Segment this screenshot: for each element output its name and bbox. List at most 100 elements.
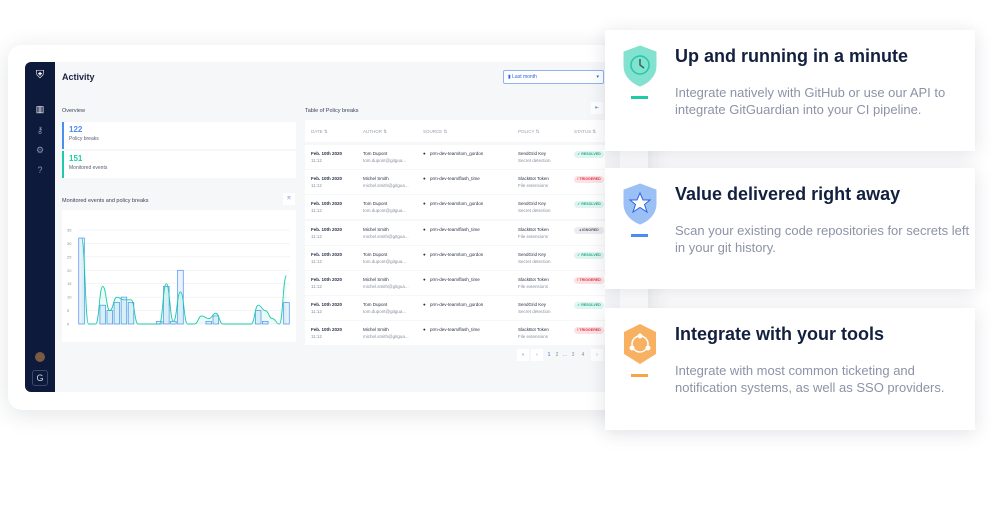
y-tick-label: 20	[67, 268, 72, 273]
table-row[interactable]: Feb. 10th 2020 11:12 Tom Dupont tom.dupo…	[305, 145, 605, 169]
row-email: michel.smith@gitgua...	[363, 334, 409, 340]
y-tick-label: 10	[67, 295, 72, 300]
col-author[interactable]: AUTHOR ⇅	[363, 129, 387, 135]
row-source[interactable]: prm-dev-team/tom_gordon	[430, 201, 483, 206]
row-policy: SlackBot Token	[518, 277, 549, 282]
row-source[interactable]: prm-dev-team/flash_time	[430, 227, 480, 232]
table-row[interactable]: Feb. 10th 2020 11:12 Tom Dupont tom.dupo…	[305, 245, 605, 270]
row-policy-type: File extensions	[518, 233, 549, 239]
stat-value: 151	[69, 154, 83, 163]
row-email: tom.dupont@gitgua...	[363, 208, 407, 214]
sidebar: ⛨ ▥ ⚷ ⚙ ? G	[25, 62, 55, 392]
page-button[interactable]: ...	[561, 349, 569, 361]
row-author: Tom Dupont	[363, 302, 388, 308]
logo-icon: ⛨	[35, 69, 45, 81]
row-policy-type: File extensions	[518, 183, 549, 189]
row-time: 11:12	[311, 158, 322, 163]
row-date: Feb. 10th 2020	[311, 251, 343, 257]
table-row[interactable]: Feb. 10th 2020 11:12 Michel Smith michel…	[305, 271, 605, 295]
avatar[interactable]	[35, 352, 45, 362]
row-policy-type: Secret detection	[518, 309, 551, 315]
policy-breaks-table: DATE ⇅ AUTHOR ⇅ SOURCE ⇅ POLICY ⇅ STATUS…	[305, 120, 605, 382]
expand-chart-icon[interactable]: ⤧	[283, 193, 295, 205]
page-button[interactable]: ‹	[531, 349, 543, 361]
status-badge: ◂ IGNORED	[574, 226, 604, 234]
row-time: 11:12	[311, 334, 322, 340]
status-badge: ✓ RESOLVED	[574, 201, 604, 209]
chart-label: Monitored events and policy breaks	[62, 198, 149, 204]
row-policy: SlackBot Token	[518, 327, 549, 333]
github-icon: ●	[423, 277, 426, 282]
col-date[interactable]: DATE ⇅	[311, 129, 328, 135]
table-row[interactable]: Feb. 10th 2020 11:12 Michel Smith michel…	[305, 220, 605, 245]
row-email: tom.dupont@gitgua...	[363, 158, 407, 163]
row-date: Feb. 10th 2020	[311, 327, 343, 333]
star-shield-icon	[623, 183, 657, 225]
github-icon: ●	[423, 151, 426, 156]
row-date: Feb. 10th 2020	[311, 201, 343, 207]
row-email: tom.dupont@gitgua...	[363, 309, 407, 315]
accent-bar	[631, 234, 648, 237]
page-button[interactable]: 1	[545, 349, 553, 361]
row-email: michel.smith@gitgua...	[363, 183, 409, 189]
row-time: 11:12	[311, 183, 322, 189]
row-date: Feb. 10th 2020	[311, 226, 343, 232]
row-source[interactable]: prm-dev-team/flash_time	[430, 327, 480, 332]
sidebar-item-key-icon[interactable]: ⚷	[33, 123, 47, 137]
page-button[interactable]: 2	[553, 349, 561, 361]
row-date: Feb. 10th 2020	[311, 176, 343, 182]
row-source[interactable]: prm-dev-team/tom_gordon	[430, 252, 483, 257]
row-time: 11:12	[311, 258, 322, 264]
page-button[interactable]: ›	[591, 349, 603, 361]
row-policy: SendGrid Key	[518, 302, 547, 308]
col-policy[interactable]: POLICY ⇅	[518, 129, 539, 135]
row-policy-type: File extensions	[518, 284, 549, 289]
row-policy-type: Secret detection	[518, 208, 551, 214]
github-icon: ●	[423, 176, 426, 182]
row-policy: SlackBot Token	[518, 226, 549, 232]
chart-svg: 0 5 10 15 20 25 30 35	[67, 228, 290, 327]
table-row[interactable]: Feb. 10th 2020 11:12 Michel Smith michel…	[305, 321, 605, 346]
sidebar-item-help-icon[interactable]: ?	[33, 163, 47, 177]
overview-label: Overview	[62, 108, 85, 114]
stat-policy-breaks: 122 Policy breaks	[62, 122, 296, 149]
stat-label: Monitored events	[69, 165, 108, 171]
accent-bar	[631, 96, 648, 99]
row-source[interactable]: prm-dev-team/tom_gordon	[430, 151, 483, 156]
page-title: Activity	[62, 72, 95, 82]
table-row[interactable]: Feb. 10th 2020 11:12 Tom Dupont tom.dupo…	[305, 296, 605, 321]
period-select[interactable]: ▮ Last month ▾	[503, 70, 604, 84]
page-button[interactable]: 4	[579, 349, 587, 361]
row-date: Feb. 10th 2020	[311, 151, 343, 156]
row-time: 11:12	[311, 208, 322, 214]
collapse-table-icon[interactable]: ⇤	[591, 102, 603, 114]
table-row[interactable]: Feb. 10th 2020 11:12 Michel Smith michel…	[305, 170, 605, 195]
page-button[interactable]: «	[517, 349, 529, 361]
row-author: Michel Smith	[363, 176, 389, 182]
col-status[interactable]: STATUS ⇅	[574, 129, 596, 135]
feature-card: Value delivered right away Scan your exi…	[605, 168, 975, 289]
sidebar-item-gear-icon[interactable]: ⚙	[33, 143, 47, 157]
table-row[interactable]: Feb. 10th 2020 11:12 Tom Dupont tom.dupo…	[305, 195, 605, 220]
org-avatar[interactable]: G	[32, 370, 48, 386]
status-badge: ! TRIGGERED	[574, 176, 604, 184]
row-policy-type: Secret detection	[518, 158, 551, 163]
row-policy: SlackBot Token	[518, 176, 549, 182]
chevron-down-icon: ▾	[596, 74, 599, 80]
row-source[interactable]: prm-dev-team/tom_gordon	[430, 302, 483, 307]
accent-bar	[631, 374, 648, 377]
github-icon: ●	[423, 251, 426, 257]
row-policy-type: Secret detection	[518, 258, 551, 264]
status-badge: ! TRIGGERED	[574, 277, 604, 284]
row-source[interactable]: prm-dev-team/flash_time	[430, 176, 480, 181]
feature-card: Up and running in a minute Integrate nat…	[605, 30, 975, 151]
row-time: 11:12	[311, 233, 322, 239]
page-button[interactable]: 3	[569, 349, 577, 361]
col-source[interactable]: SOURCE ⇅	[423, 129, 447, 135]
sidebar-item-activity-chart-icon[interactable]: ▥	[33, 102, 47, 116]
row-policy: SendGrid Key	[518, 251, 547, 257]
row-source[interactable]: prm-dev-team/flash_time	[430, 277, 480, 282]
y-tick-label: 0	[67, 322, 70, 327]
feature-text: Integrate with most common ticketing and…	[675, 363, 945, 395]
y-tick-label: 25	[67, 254, 72, 259]
